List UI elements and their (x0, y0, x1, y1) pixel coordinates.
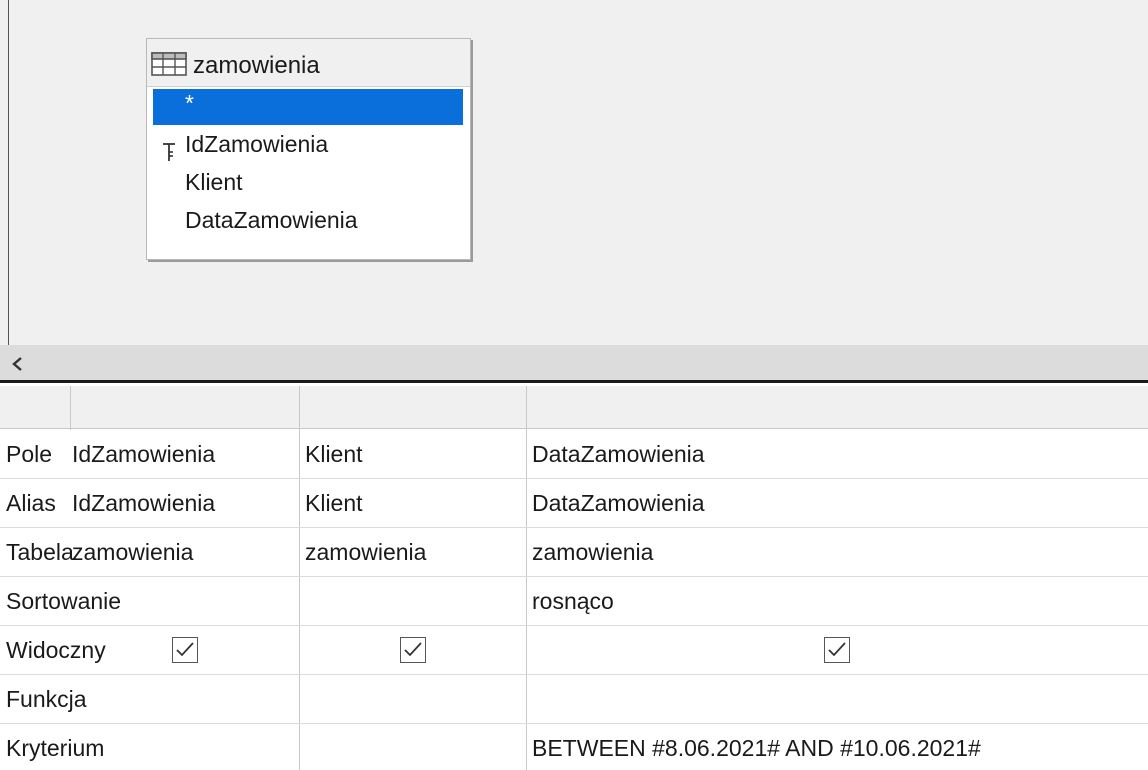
visible-checkbox-col1[interactable] (172, 637, 198, 663)
cell-alias-col1[interactable]: IdZamowienia (72, 479, 215, 528)
field-klient[interactable]: Klient (153, 163, 463, 201)
cell-tabela-col1[interactable]: zamowienia (72, 528, 193, 577)
cell-alias-col2[interactable]: Klient (305, 479, 363, 528)
cell-tabela-col3[interactable]: zamowienia (532, 528, 653, 577)
checkmark-icon (404, 642, 422, 657)
primary-key-icon (162, 135, 176, 161)
row-label-alias: Alias (6, 490, 56, 516)
grid-column-divider (526, 386, 527, 770)
field-label: DataZamowienia (185, 207, 358, 233)
cell-pole-col1[interactable]: IdZamowienia (72, 430, 215, 479)
row-label-kryterium: Kryterium (6, 735, 105, 761)
grid-row-divider (0, 674, 1148, 675)
table-window-zamowienia[interactable]: zamowienia * IdZamowienia Klient DataZam… (146, 38, 471, 260)
row-label-widoczny: Widoczny (6, 637, 106, 663)
visible-checkbox-col2[interactable] (400, 637, 426, 663)
cell-kryterium-col3[interactable]: BETWEEN #8.06.2021# AND #10.06.2021# (532, 724, 981, 770)
cell-pole-col3[interactable]: DataZamowienia (532, 430, 705, 479)
query-design-grid[interactable]: Pole IdZamowienia Klient DataZamowienia … (0, 386, 1148, 770)
design-area-horizontal-scrollbar[interactable] (0, 345, 1148, 383)
checkmark-icon (828, 642, 846, 657)
row-label-tabela: Tabela (6, 539, 74, 565)
grid-column-header-row[interactable] (0, 386, 1148, 429)
field-all-columns[interactable]: * (153, 89, 463, 125)
design-area-divider (8, 0, 9, 345)
visible-checkbox-col3[interactable] (824, 637, 850, 663)
field-idzamowienia[interactable]: IdZamowienia (153, 125, 463, 163)
grid-column-divider (299, 386, 300, 770)
field-label: IdZamowienia (185, 131, 329, 157)
row-label-sortowanie: Sortowanie (6, 588, 122, 614)
cell-pole-col2[interactable]: Klient (305, 430, 363, 479)
cell-alias-col3[interactable]: DataZamowienia (532, 479, 705, 528)
table-field-list[interactable]: * IdZamowienia Klient DataZamowienia (153, 89, 463, 239)
cell-sortowanie-col3[interactable]: rosnąco (532, 577, 614, 626)
table-window-title[interactable]: zamowienia (147, 39, 470, 87)
cell-tabela-col2[interactable]: zamowienia (305, 528, 426, 577)
field-label: Klient (185, 169, 243, 195)
scroll-left-arrow-icon[interactable] (6, 352, 30, 376)
row-label-pole: Pole (6, 441, 53, 467)
table-icon (151, 52, 195, 76)
grid-column-divider (70, 386, 71, 430)
field-label: * (185, 90, 194, 116)
row-label-funkcja: Funkcja (6, 686, 87, 712)
checkmark-icon (176, 642, 194, 657)
table-window-name: zamowienia (193, 52, 320, 79)
field-datazamowienia[interactable]: DataZamowienia (153, 201, 463, 239)
query-design-area[interactable]: zamowienia * IdZamowienia Klient DataZam… (0, 0, 1148, 345)
